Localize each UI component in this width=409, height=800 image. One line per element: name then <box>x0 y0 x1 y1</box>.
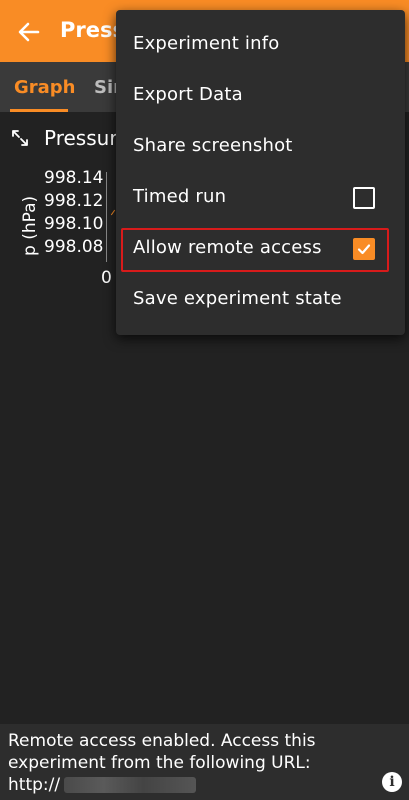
menu-item-export-data[interactable]: Export Data <box>116 71 405 121</box>
y-tick-label: 998.08 <box>44 237 104 257</box>
y-tick-label: 998.10 <box>44 214 104 234</box>
menu-item-label: Save experiment state <box>133 288 342 309</box>
blurred-url <box>64 777 197 793</box>
menu-item-share-screenshot[interactable]: Share screenshot <box>116 122 405 172</box>
overflow-menu: Experiment info Export Data Share screen… <box>116 10 405 335</box>
highlight-box <box>121 228 389 272</box>
status-message: Remote access enabled. Access this exper… <box>8 730 368 796</box>
status-message-text: Remote access enabled. Access this exper… <box>8 731 316 773</box>
status-url-prefix: http:// <box>8 775 61 795</box>
tab-graph[interactable]: Graph <box>14 77 76 98</box>
expand-button[interactable] <box>10 128 30 148</box>
back-button[interactable] <box>14 17 44 47</box>
menu-item-experiment-info[interactable]: Experiment info <box>116 20 405 70</box>
menu-item-label: Timed run <box>133 186 227 207</box>
menu-item-label: Export Data <box>133 84 243 105</box>
menu-item-save-experiment-state[interactable]: Save experiment state <box>116 275 405 325</box>
info-button[interactable]: i <box>382 772 402 792</box>
x-tick-label: 0 <box>101 268 112 288</box>
y-tick-label: 998.14 <box>44 168 104 188</box>
menu-item-label: Experiment info <box>133 33 280 54</box>
info-icon: i <box>389 774 395 790</box>
remote-access-status-bar: Remote access enabled. Access this exper… <box>0 724 409 800</box>
y-tick-label: 998.12 <box>44 191 104 211</box>
y-axis-label: p (hPa) <box>20 195 40 256</box>
arrow-left-icon <box>18 22 40 42</box>
timed-run-checkbox[interactable] <box>353 187 375 209</box>
menu-item-timed-run[interactable]: Timed run <box>116 173 405 223</box>
menu-item-label: Share screenshot <box>133 135 293 156</box>
expand-icon <box>12 130 28 146</box>
app-root: Pressure Graph Simple Pressure p (hPa) 9… <box>0 0 409 800</box>
